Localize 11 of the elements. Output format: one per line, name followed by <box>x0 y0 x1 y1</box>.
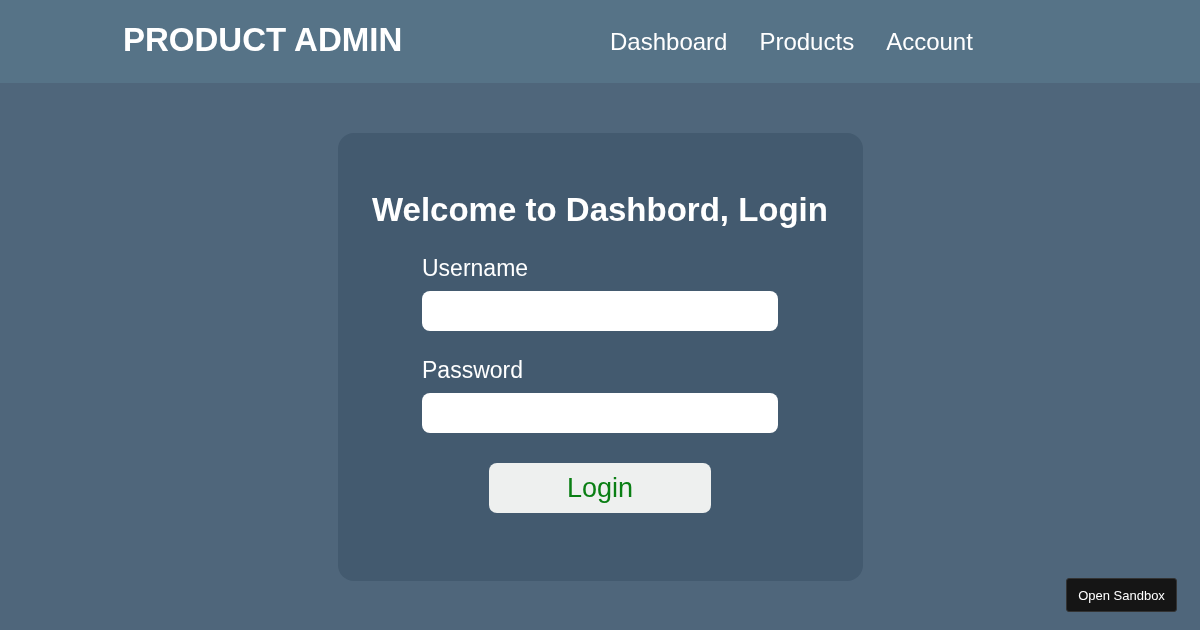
input-field[interactable] <box>422 291 778 331</box>
nav-link[interactable]: Dashboard <box>610 27 728 56</box>
logo-text: PRODUCT ADMIN <box>123 21 404 59</box>
login-title: Welcome to Dashbord, Login <box>372 191 828 229</box>
nav-link[interactable]: Account <box>886 27 973 56</box>
open-sandbox-button[interactable]: Open Sandbox <box>1066 578 1177 612</box>
field-label: Password <box>422 357 524 384</box>
input-field[interactable] <box>422 393 778 433</box>
field-label: Username <box>422 255 530 282</box>
login-button[interactable]: Login <box>489 463 711 513</box>
nav-link[interactable]: Products <box>759 27 855 56</box>
